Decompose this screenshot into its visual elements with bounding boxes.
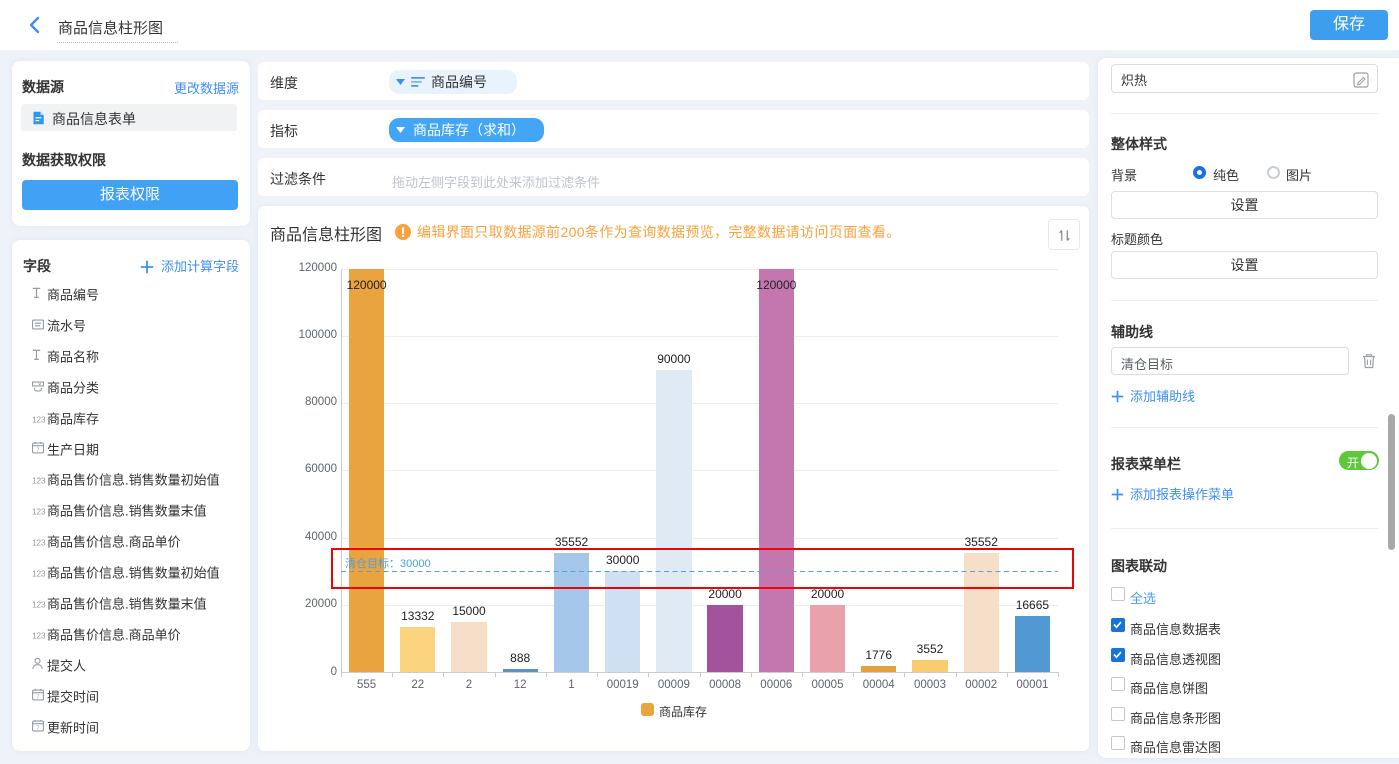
svg-text:7: 7 — [36, 447, 39, 453]
svg-text:7: 7 — [36, 694, 39, 700]
svg-text:7: 7 — [36, 725, 39, 731]
